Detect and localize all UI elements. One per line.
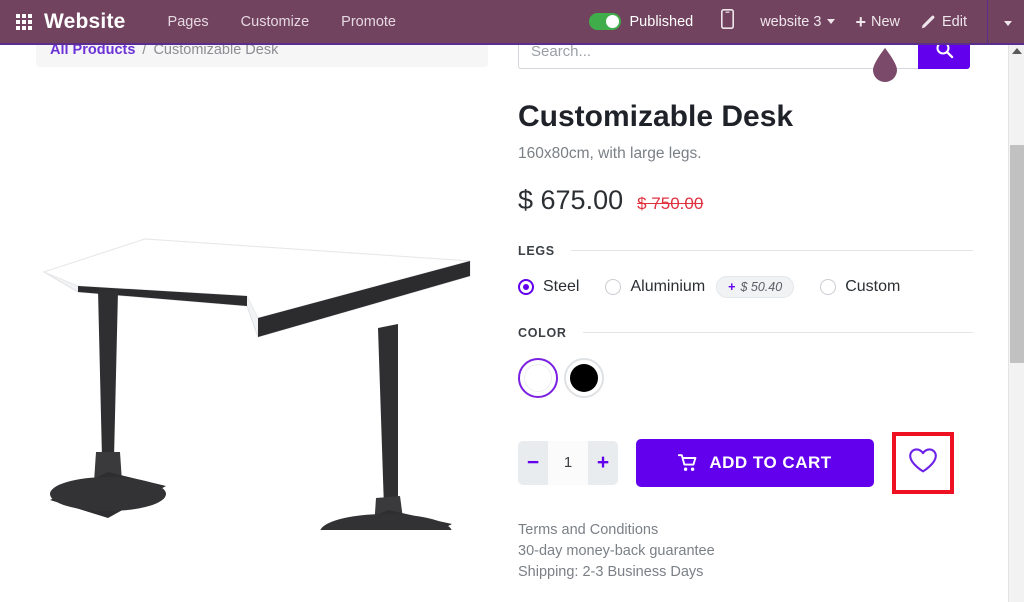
page-title: Customizable Desk bbox=[518, 100, 794, 133]
plus-icon: + bbox=[855, 11, 866, 32]
topbar-overflow-menu[interactable] bbox=[988, 13, 1024, 31]
extra-price-plus-sign: + bbox=[728, 279, 736, 294]
scroll-thumb[interactable] bbox=[1010, 145, 1024, 363]
legs-option-aluminium-extra-price: + $ 50.40 bbox=[716, 275, 795, 298]
radio-icon-steel bbox=[518, 278, 534, 295]
nav-item-customize[interactable]: Customize bbox=[225, 14, 326, 30]
nav-item-promote[interactable]: Promote bbox=[325, 14, 412, 30]
legs-options: Steel Aluminium + $ 50.40 Custom bbox=[518, 275, 973, 298]
publish-label: Published bbox=[629, 13, 694, 30]
chevron-down-icon bbox=[827, 19, 836, 24]
color-attribute-header: COLOR bbox=[518, 326, 973, 340]
add-to-cart-label: ADD TO CART bbox=[709, 452, 832, 472]
product-image[interactable] bbox=[0, 100, 500, 530]
new-button[interactable]: + New bbox=[845, 13, 910, 31]
product-detail-panel: Customizable Desk 160x80cm, with large l… bbox=[518, 100, 973, 584]
color-label: COLOR bbox=[518, 325, 567, 340]
browser-viewport: Website Pages Customize Promote Publishe… bbox=[0, 0, 1024, 602]
color-swatch-black-fill bbox=[570, 363, 598, 392]
scroll-up-arrow-icon[interactable] bbox=[1012, 48, 1022, 54]
price-row: $ 675.00 $ 750.00 bbox=[518, 185, 973, 216]
website-page-content: All Products / Customizable Desk Search.… bbox=[0, 33, 1008, 602]
color-swatches bbox=[518, 357, 973, 398]
radio-icon-custom bbox=[820, 278, 837, 295]
odoo-top-navbar: Website Pages Customize Promote Publishe… bbox=[0, 0, 1024, 45]
terms-and-conditions-link[interactable]: Terms and Conditions bbox=[518, 520, 973, 541]
legs-option-custom-label: Custom bbox=[845, 277, 901, 295]
legs-attribute-header: LEGS bbox=[518, 244, 973, 258]
legs-option-steel-label: Steel bbox=[543, 277, 580, 295]
nav-item-pages[interactable]: Pages bbox=[152, 14, 225, 30]
legs-divider bbox=[570, 250, 973, 251]
pencil-icon bbox=[920, 14, 936, 30]
wishlist-button[interactable] bbox=[892, 431, 954, 494]
new-button-label: New bbox=[870, 13, 900, 30]
money-back-guarantee-text: 30-day money-back guarantee bbox=[518, 542, 715, 559]
shipping-info-text: Shipping: 2-3 Business Days bbox=[518, 564, 704, 581]
mobile-phone-icon[interactable] bbox=[721, 9, 735, 34]
legs-option-aluminium-label: Aluminium bbox=[630, 277, 706, 295]
publish-toggle-knob bbox=[605, 15, 619, 28]
color-swatch-white[interactable] bbox=[518, 357, 558, 398]
color-swatch-black[interactable] bbox=[564, 357, 604, 398]
caret-down-icon bbox=[1004, 20, 1012, 26]
vertical-scrollbar[interactable] bbox=[1008, 45, 1024, 602]
heart-icon bbox=[908, 447, 938, 479]
add-to-cart-button[interactable]: ADD TO CART bbox=[636, 438, 874, 487]
product-subtitle: 160x80cm, with large legs. bbox=[518, 144, 702, 162]
edit-button[interactable]: Edit bbox=[910, 14, 977, 30]
price-current: $ 675.00 bbox=[518, 184, 624, 215]
website-selector[interactable]: website 3 bbox=[750, 14, 845, 30]
quantity-input[interactable] bbox=[548, 440, 588, 485]
legs-option-custom[interactable]: Custom bbox=[820, 278, 900, 296]
quantity-stepper: − + bbox=[518, 440, 618, 485]
legs-option-steel[interactable]: Steel bbox=[518, 278, 579, 296]
color-swatch-white-fill bbox=[524, 363, 552, 392]
topbar-right-group: Published website 3 + New Edit bbox=[583, 0, 1024, 44]
color-divider bbox=[582, 332, 973, 333]
legs-option-aluminium[interactable]: Aluminium + $ 50.40 bbox=[605, 275, 795, 298]
publish-toggle[interactable]: Published bbox=[583, 13, 700, 30]
quantity-decrease-button[interactable]: − bbox=[518, 441, 548, 485]
app-title: Website bbox=[44, 9, 126, 33]
legs-label: LEGS bbox=[518, 243, 555, 258]
publish-toggle-track bbox=[588, 13, 621, 30]
price-original: $ 750.00 bbox=[637, 193, 704, 213]
radio-icon-aluminium bbox=[605, 278, 622, 295]
apps-grid-icon[interactable] bbox=[12, 10, 36, 34]
edit-button-label: Edit bbox=[942, 13, 967, 30]
terms-block: Terms and Conditions 30-day money-back g… bbox=[518, 520, 973, 584]
shopping-cart-icon bbox=[678, 453, 698, 472]
quantity-increase-button[interactable]: + bbox=[588, 441, 618, 485]
website-selector-label: website 3 bbox=[760, 13, 822, 30]
extra-price-value: $ 50.40 bbox=[740, 279, 783, 294]
add-to-cart-row: − + ADD TO CART bbox=[518, 431, 973, 494]
